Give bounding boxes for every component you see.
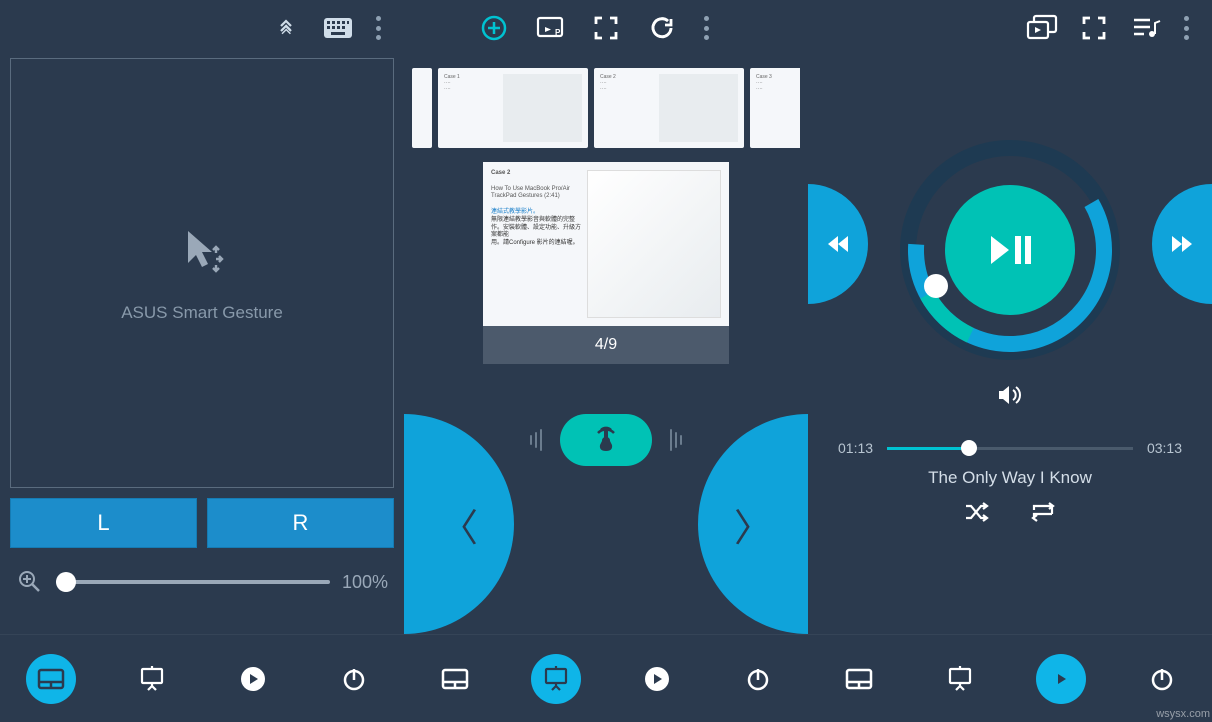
shuffle-icon [964, 502, 990, 522]
forward-icon [1168, 234, 1196, 254]
play-ring[interactable] [900, 140, 1120, 360]
thumbnail[interactable]: Case 3········ [750, 68, 800, 148]
playback-options [808, 502, 1212, 527]
progress-thumb[interactable] [961, 440, 977, 456]
trackpad-label: ASUS Smart Gesture [121, 303, 283, 323]
main-slide[interactable]: Case 2 How To Use MacBook Pro/Air TrackP… [483, 162, 729, 364]
keyboard-icon[interactable] [324, 14, 352, 42]
svg-text:P: P [555, 28, 561, 37]
bottom-nav [808, 634, 1212, 722]
nav-media-button[interactable] [1036, 654, 1086, 704]
nav-present-button[interactable] [127, 654, 177, 704]
slide-title: Case 2 [491, 170, 510, 176]
nav-present-button[interactable] [531, 654, 581, 704]
refresh-icon[interactable] [648, 14, 676, 42]
cast-icon[interactable]: P [536, 14, 564, 42]
zoom-row: 100% [16, 568, 388, 596]
track-title: The Only Way I Know [808, 468, 1212, 488]
presentation-panel: P Case 1········ Case 2········ Case 3··… [404, 0, 808, 722]
fullscreen-icon[interactable] [1080, 14, 1108, 42]
left-click-button[interactable]: L [10, 498, 197, 548]
nav-power-button[interactable] [1137, 654, 1187, 704]
forward-button[interactable] [1152, 184, 1212, 304]
zoom-slider[interactable] [56, 580, 330, 584]
add-icon[interactable] [480, 14, 508, 42]
slide-thumbnails[interactable]: Case 1········ Case 2········ Case 3····… [412, 68, 800, 148]
watermark: wsysx.com [1156, 708, 1210, 720]
rewind-button[interactable] [808, 184, 868, 304]
haptic-right-icon [670, 429, 682, 451]
right-click-button[interactable]: R [207, 498, 394, 548]
volume-icon[interactable] [997, 384, 1023, 412]
slide-subtitle: How To Use MacBook Pro/Air TrackPad Gest… [491, 186, 570, 200]
bottom-nav [404, 634, 808, 722]
duration: 03:13 [1147, 440, 1182, 456]
progress-fill [887, 447, 961, 450]
content-area: Case 1········ Case 2········ Case 3····… [404, 56, 808, 634]
topbar [808, 0, 1212, 56]
collapse-icon[interactable] [272, 14, 300, 42]
zoom-thumb[interactable] [56, 572, 76, 592]
progress-slider[interactable] [887, 447, 1133, 450]
current-time: 01:13 [838, 440, 873, 456]
touch-toggle-button[interactable] [560, 414, 652, 466]
thumbnail[interactable]: Case 1········ [438, 68, 588, 148]
rewind-icon [824, 234, 852, 254]
slide-counter: 4/9 [483, 326, 729, 364]
display-icon[interactable] [1028, 14, 1056, 42]
nav-trackpad-button[interactable] [26, 654, 76, 704]
nav-media-button[interactable] [228, 654, 278, 704]
haptic-left-icon [530, 429, 542, 451]
playlist-icon[interactable] [1132, 14, 1160, 42]
fullscreen-icon[interactable] [592, 14, 620, 42]
content-area: 01:13 03:13 The Only Way I Know [808, 56, 1212, 634]
mouse-buttons: L R [10, 498, 394, 548]
progress-row: 01:13 03:13 [838, 440, 1182, 456]
menu-dots-icon[interactable] [704, 16, 712, 40]
repeat-button[interactable] [1030, 502, 1056, 527]
content-area: ASUS Smart Gesture L R 100% [0, 56, 404, 634]
zoom-value: 100% [342, 572, 388, 593]
media-panel: 01:13 03:13 The Only Way I Know wsysx.co… [808, 0, 1212, 722]
topbar [0, 0, 404, 56]
nav-trackpad-button[interactable] [430, 654, 480, 704]
trackpad-area[interactable]: ASUS Smart Gesture [10, 58, 394, 488]
media-controls: 01:13 03:13 The Only Way I Know [808, 56, 1212, 496]
nav-present-button[interactable] [935, 654, 985, 704]
nav-trackpad-button[interactable] [834, 654, 884, 704]
nav-power-button[interactable] [733, 654, 783, 704]
nav-media-button[interactable] [632, 654, 682, 704]
menu-dots-icon[interactable] [376, 16, 384, 40]
thumbnail[interactable]: Case 2········ [594, 68, 744, 148]
nav-power-button[interactable] [329, 654, 379, 704]
menu-dots-icon[interactable] [1184, 16, 1192, 40]
cursor-move-icon [174, 223, 230, 289]
chevron-right-icon: 〉 [734, 497, 772, 552]
zoom-in-icon[interactable] [16, 568, 44, 596]
bottom-nav [0, 634, 404, 722]
repeat-icon [1030, 502, 1056, 522]
slide-image: Case 2 How To Use MacBook Pro/Air TrackP… [483, 162, 729, 326]
ring-handle[interactable] [924, 274, 948, 298]
chevron-left-icon: 〈 [440, 497, 478, 552]
trackpad-panel: ASUS Smart Gesture L R 100% [0, 0, 404, 722]
topbar: P [404, 0, 808, 56]
shuffle-button[interactable] [964, 502, 990, 527]
thumbnail-partial[interactable] [412, 68, 432, 148]
